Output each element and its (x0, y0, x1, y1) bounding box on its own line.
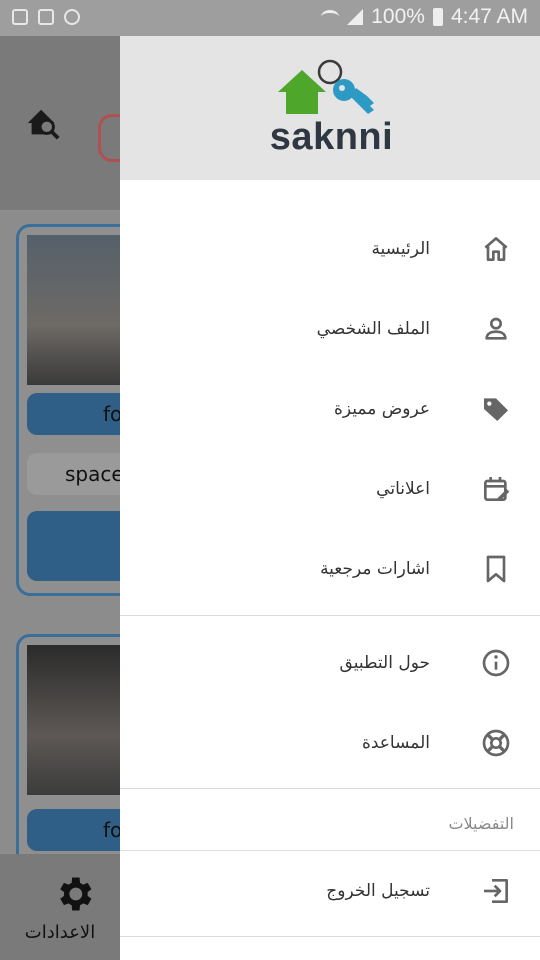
menu-item-about[interactable]: حول التطبيق (120, 623, 540, 703)
menu-item-label: الرئيسية (371, 239, 430, 259)
menu-item-featured-offers[interactable]: عروض مميزة (120, 369, 540, 449)
bookmark-icon (480, 553, 512, 585)
sync-notification-icon (64, 9, 80, 25)
menu-item-label: عروض مميزة (333, 399, 430, 419)
search-home-icon (27, 109, 60, 140)
clock: 4:47 AM (450, 5, 528, 28)
lifebuoy-icon (480, 727, 512, 759)
menu-item-logout[interactable]: تسجيل الخروج (120, 851, 540, 931)
menu-item-label: حول التطبيق (339, 653, 430, 673)
tag-icon (480, 393, 512, 425)
menu-item-label: تسجيل الخروج (326, 881, 430, 901)
status-bar: 100% 4:47 AM (0, 0, 540, 36)
calendar-edit-icon (480, 473, 512, 505)
menu-item-label: اشارات مرجعية (320, 559, 430, 579)
logo-mark-icon (278, 59, 374, 114)
menu-divider (120, 936, 540, 937)
bottom-nav-settings: الاعدادات (0, 854, 120, 960)
menu-item-help[interactable]: المساعدة (120, 703, 540, 783)
signal-icon (347, 9, 364, 25)
navigation-drawer: saknni الرئيسية الملف الشخصي عروض مميزة … (120, 36, 540, 960)
menu-item-label: المساعدة (361, 733, 430, 753)
notification-icons (12, 9, 80, 25)
preferences-section-title: التفضيلات (448, 814, 514, 833)
menu-item-profile[interactable]: الملف الشخصي (120, 289, 540, 369)
menu-divider (120, 788, 540, 789)
gear-icon (60, 877, 92, 911)
settings-label: الاعدادات (24, 922, 96, 943)
menu-item-my-ads[interactable]: اعلاناتي (120, 449, 540, 529)
drawer-header: saknni (120, 36, 540, 180)
menu-item-home[interactable]: الرئيسية (120, 209, 540, 289)
saknni-logo: saknni (264, 58, 399, 162)
info-icon (480, 647, 512, 679)
gallery-notification-icon (12, 9, 28, 25)
battery-icon (432, 8, 443, 26)
menu-item-label: الملف الشخصي (316, 319, 430, 339)
menu-item-label: اعلاناتي (376, 479, 430, 499)
wifi-icon (321, 10, 340, 24)
status-right: 100% 4:47 AM (321, 5, 528, 29)
logout-icon (480, 875, 512, 907)
list-notification-icon (38, 9, 54, 25)
home-icon (480, 233, 512, 265)
battery-percent: 100% (371, 5, 425, 28)
menu-divider (120, 615, 540, 616)
person-icon (480, 313, 512, 345)
brand-name: saknni (269, 116, 394, 158)
menu-item-bookmarks[interactable]: اشارات مرجعية (120, 529, 540, 609)
